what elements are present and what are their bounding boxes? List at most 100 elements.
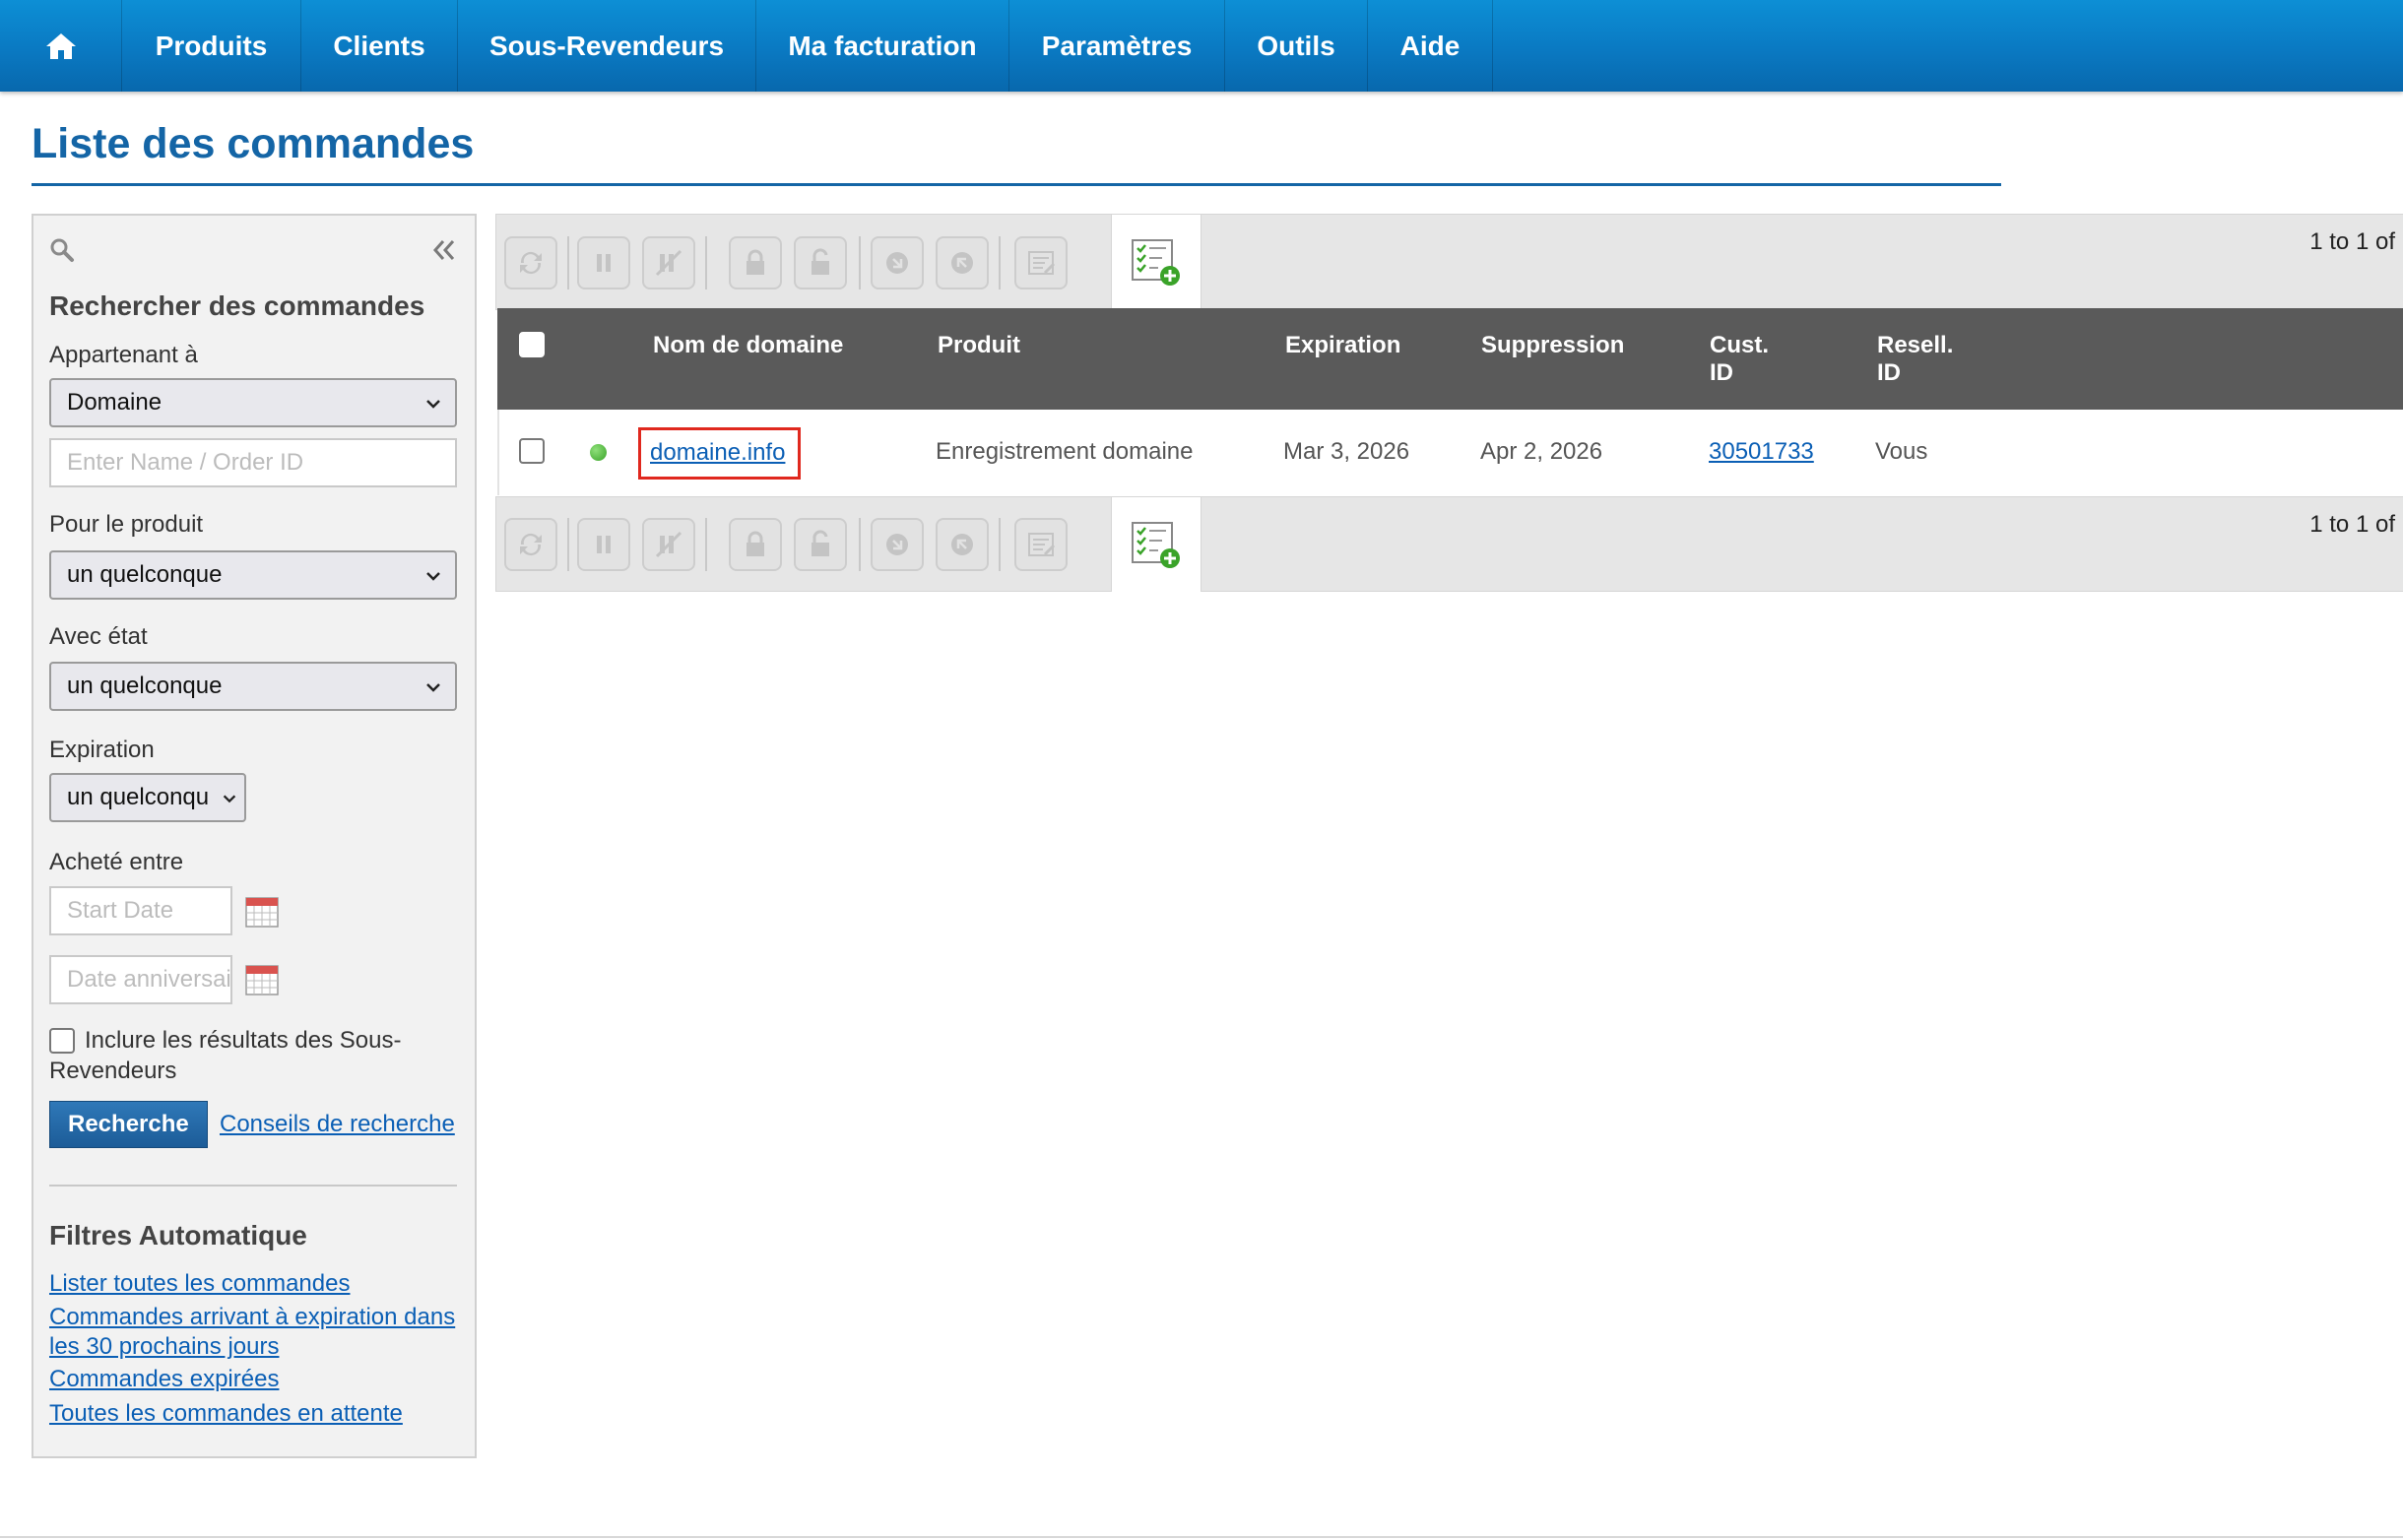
edit-list-button[interactable] (1014, 518, 1068, 571)
footer-divider (0, 1536, 2403, 1538)
title-divider (32, 183, 2001, 186)
transfer-in-button[interactable] (871, 236, 924, 289)
column-suppression[interactable]: Suppression (1481, 332, 1624, 359)
name-order-input[interactable] (49, 438, 457, 487)
suspend-icon (597, 254, 611, 272)
state-value: un quelconque (67, 673, 223, 699)
filter-pending-link[interactable]: Toutes les commandes en attente (49, 1400, 403, 1428)
nav-aide[interactable]: Aide (1368, 0, 1493, 92)
belonging-select[interactable]: Domaine (49, 378, 457, 427)
expiration-select[interactable]: un quelconqu (49, 773, 246, 822)
suppression-cell: Apr 2, 2026 (1480, 438, 1603, 465)
add-order-button[interactable] (1111, 497, 1202, 592)
expiration-cell: Mar 3, 2026 (1283, 438, 1410, 465)
chevron-down-icon (426, 400, 440, 409)
start-date-input[interactable] (49, 886, 232, 935)
toolbar-separator (859, 236, 861, 289)
unlock-button[interactable] (794, 518, 847, 571)
suspend-button[interactable] (577, 236, 630, 289)
resell-id-cell: Vous (1875, 438, 1928, 465)
auto-filters-heading: Filtres Automatique (49, 1220, 307, 1251)
column-expiration[interactable]: Expiration (1285, 332, 1400, 359)
belonging-label: Appartenant à (49, 342, 198, 368)
toolbar-separator (705, 236, 707, 289)
add-order-icon (1132, 239, 1180, 286)
pager-bottom: 1 to 1 of 1 (2309, 511, 2403, 538)
suspend-icon (597, 536, 611, 553)
column-resell-id[interactable]: Resell. ID (1877, 332, 1966, 387)
product-select[interactable]: un quelconque (49, 550, 457, 600)
search-tips-link[interactable]: Conseils de recherche (220, 1111, 455, 1138)
lock-button[interactable] (729, 518, 782, 571)
filter-expiring-link[interactable]: Commandes arrivant à expiration dans les… (49, 1303, 463, 1362)
toolbar-separator (567, 518, 569, 571)
lock-icon (747, 531, 764, 556)
nav-produits[interactable]: Produits (122, 0, 301, 92)
cust-id-link[interactable]: 30501733 (1709, 438, 1814, 466)
edit-list-icon (1028, 533, 1056, 556)
double-chevron-left-icon[interactable] (431, 237, 457, 263)
bottom-toolbar: 1 to 1 of 1 (495, 496, 2403, 592)
unsuspend-button[interactable] (642, 236, 695, 289)
top-navigation: Produits Clients Sous-Revendeurs Ma fact… (0, 0, 2403, 92)
edit-list-icon (1028, 251, 1056, 275)
search-button[interactable]: Recherche (49, 1101, 208, 1148)
table-header: Nom de domaine Produit Expiration Suppre… (497, 308, 2403, 410)
unsuspend-button[interactable] (642, 518, 695, 571)
transfer-out-button[interactable] (936, 236, 989, 289)
nav-ma-facturation[interactable]: Ma facturation (756, 0, 1009, 92)
suspend-button[interactable] (577, 518, 630, 571)
calendar-icon[interactable] (244, 961, 280, 996)
sidebar-divider (49, 1185, 457, 1187)
home-button[interactable] (0, 0, 122, 92)
product-value: un quelconque (67, 561, 223, 588)
filter-all-orders-link[interactable]: Lister toutes les commandes (49, 1270, 350, 1298)
state-label: Avec état (49, 623, 148, 650)
column-domain[interactable]: Nom de domaine (653, 332, 843, 359)
unlock-icon (812, 248, 829, 275)
product-cell: Enregistrement domaine (936, 438, 1194, 465)
add-order-button[interactable] (1111, 215, 1202, 309)
row-checkbox[interactable] (519, 438, 545, 464)
include-subresellers-label: Inclure les résultats des Sous-Revendeur… (49, 1027, 402, 1084)
nav-clients[interactable]: Clients (301, 0, 458, 92)
bought-label: Acheté entre (49, 849, 184, 875)
status-active-icon (590, 444, 607, 461)
chevron-down-icon (223, 795, 236, 803)
calendar-icon[interactable] (244, 893, 280, 929)
add-order-icon (1132, 522, 1180, 568)
nav-outils[interactable]: Outils (1225, 0, 1368, 92)
search-icon (50, 238, 74, 262)
chevron-down-icon (426, 683, 440, 692)
toolbar-separator (567, 236, 569, 289)
renew-icon (520, 533, 542, 556)
top-toolbar: 1 to 1 of 1 (495, 214, 2403, 310)
unsuspend-icon (655, 531, 682, 558)
expiration-value: un quelconqu (67, 784, 210, 810)
renew-button[interactable] (504, 236, 557, 289)
state-select[interactable]: un quelconque (49, 662, 457, 711)
lock-icon (747, 249, 764, 275)
toolbar-separator (999, 236, 1001, 289)
end-date-input[interactable] (49, 955, 232, 1004)
transfer-in-button[interactable] (871, 518, 924, 571)
renew-icon (520, 251, 542, 275)
transfer-out-icon (951, 252, 973, 274)
transfer-out-button[interactable] (936, 518, 989, 571)
pager-top: 1 to 1 of 1 (2309, 228, 2403, 255)
belonging-value: Domaine (67, 389, 162, 416)
unlock-icon (812, 530, 829, 556)
unlock-button[interactable] (794, 236, 847, 289)
edit-list-button[interactable] (1014, 236, 1068, 289)
domain-highlight-box (638, 427, 801, 480)
expiration-label: Expiration (49, 737, 155, 763)
column-cust-id[interactable]: Cust. ID (1710, 332, 1788, 387)
column-product[interactable]: Produit (938, 332, 1020, 359)
product-label: Pour le produit (49, 511, 204, 538)
filter-expired-link[interactable]: Commandes expirées (49, 1366, 279, 1393)
lock-button[interactable] (729, 236, 782, 289)
renew-button[interactable] (504, 518, 557, 571)
nav-sous-revendeurs[interactable]: Sous-Revendeurs (458, 0, 756, 92)
select-all-checkbox[interactable] (519, 332, 545, 357)
nav-parametres[interactable]: Paramètres (1009, 0, 1225, 92)
